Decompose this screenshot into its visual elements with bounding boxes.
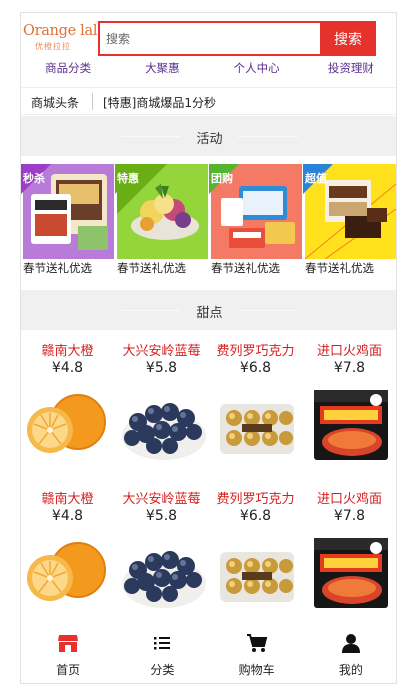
product-price: ¥7.8: [333, 360, 366, 376]
tab-label: 首页: [56, 663, 81, 677]
section-header-dessert: 甜点: [21, 290, 396, 330]
promo-caption: 春节送礼优选: [211, 261, 280, 275]
header: Orange lala. 优橙拉拉 搜索: [21, 13, 396, 60]
product-card[interactable]: 进口火鸡面 ¥7.8: [303, 488, 396, 618]
nav-item-category[interactable]: 商品分类: [21, 60, 115, 82]
product-price: ¥4.8: [51, 508, 84, 524]
nav-item-finance[interactable]: 投资理财: [304, 60, 396, 82]
promo-tag: 超值: [303, 164, 333, 194]
nav-item-profile[interactable]: 个人中心: [210, 60, 304, 82]
promo-tag: 团购: [209, 164, 239, 194]
product-name: 赣南大橙: [41, 344, 94, 359]
nav-item-deals[interactable]: 大聚惠: [115, 60, 209, 82]
news-divider: [92, 93, 93, 110]
home-shop-icon: [57, 632, 79, 654]
product-card[interactable]: 赣南大橙 ¥4.8: [21, 340, 114, 470]
product-price: ¥7.8: [333, 508, 366, 524]
list-icon: [151, 632, 173, 654]
news-headline[interactable]: [特惠]商城爆品1分秒: [103, 94, 216, 111]
promo-tag-label: 超值: [305, 172, 327, 185]
tab-label: 分类: [150, 663, 175, 677]
section-header-activity: 活动: [21, 116, 396, 156]
promo-card[interactable]: 超值 春节送礼优选: [303, 164, 396, 280]
search-button[interactable]: 搜索: [320, 21, 376, 56]
orange-fruit-icon: [24, 532, 112, 614]
product-price: ¥5.8: [145, 360, 178, 376]
chocolate-box-icon: [212, 384, 300, 466]
tab-mine[interactable]: 我的: [304, 615, 396, 683]
orange-fruit-icon: [24, 384, 112, 466]
promo-caption: 春节送礼优选: [117, 261, 186, 275]
user-icon: [340, 632, 362, 654]
promo-card[interactable]: 特惠 春节送礼优选: [115, 164, 208, 280]
promo-tag-label: 特惠: [117, 172, 139, 185]
promo-card[interactable]: 团购 春节送礼优选: [209, 164, 302, 280]
product-price: ¥6.8: [239, 508, 272, 524]
logo-text: Orange lala.: [23, 23, 110, 39]
promotion-row: 秒杀 春节送礼优选 特惠 春节送礼优选 团购 春节送礼优选 超值 春节送礼优选: [21, 164, 396, 280]
tab-category[interactable]: 分类: [115, 615, 209, 683]
product-card[interactable]: 大兴安岭蓝莓 ¥5.8: [115, 488, 208, 618]
logo-subtext: 优橙拉拉: [35, 42, 71, 51]
promo-tag-label: 团购: [211, 172, 233, 185]
tab-cart[interactable]: 购物车: [210, 615, 304, 683]
news-bar: 商城头条 [特惠]商城爆品1分秒: [21, 87, 396, 115]
logo[interactable]: Orange lala. 优橙拉拉: [23, 23, 110, 53]
product-name: 进口火鸡面: [316, 344, 382, 359]
mobile-shop-app: Orange lala. 优橙拉拉 搜索 商品分类 大聚惠 个人中心 投资理财 …: [20, 12, 397, 684]
product-name: 赣南大橙: [41, 492, 94, 507]
promo-tag-label: 秒杀: [23, 172, 45, 185]
tab-label: 我的: [338, 663, 363, 677]
promo-caption: 春节送礼优选: [23, 261, 92, 275]
product-card[interactable]: 进口火鸡面 ¥7.8: [303, 340, 396, 470]
product-name: 进口火鸡面: [316, 492, 382, 507]
noodle-pack-icon: [306, 384, 394, 466]
tab-home[interactable]: 首页: [21, 615, 115, 683]
product-card[interactable]: 赣南大橙 ¥4.8: [21, 488, 114, 618]
product-price: ¥4.8: [51, 360, 84, 376]
product-name: 费列罗巧克力: [216, 344, 295, 359]
product-name: 大兴安岭蓝莓: [122, 492, 201, 507]
news-label: 商城头条: [31, 96, 80, 110]
section-title: 甜点: [196, 306, 223, 321]
search-input[interactable]: [100, 23, 320, 54]
search-box: [98, 21, 320, 56]
product-price: ¥6.8: [239, 360, 272, 376]
cart-icon: [246, 632, 268, 654]
product-price: ¥5.8: [145, 508, 178, 524]
product-card[interactable]: 费列罗巧克力 ¥6.8: [209, 488, 302, 618]
tab-label: 购物车: [238, 663, 275, 677]
blueberries-icon: [118, 384, 206, 466]
product-name: 费列罗巧克力: [216, 492, 295, 507]
bottom-tab-bar: 首页 分类 购物车 我的: [21, 615, 396, 683]
promo-tag: 秒杀: [21, 164, 51, 194]
promo-caption: 春节送礼优选: [305, 261, 374, 275]
product-name: 大兴安岭蓝莓: [122, 344, 201, 359]
product-card[interactable]: 费列罗巧克力 ¥6.8: [209, 340, 302, 470]
top-nav: 商品分类 大聚惠 个人中心 投资理财: [21, 60, 396, 82]
product-card[interactable]: 大兴安岭蓝莓 ¥5.8: [115, 340, 208, 470]
promo-tag: 特惠: [115, 164, 145, 194]
noodle-pack-icon: [306, 532, 394, 614]
promo-card[interactable]: 秒杀 春节送礼优选: [21, 164, 114, 280]
section-title: 活动: [196, 132, 223, 147]
blueberries-icon: [118, 532, 206, 614]
chocolate-box-icon: [212, 532, 300, 614]
